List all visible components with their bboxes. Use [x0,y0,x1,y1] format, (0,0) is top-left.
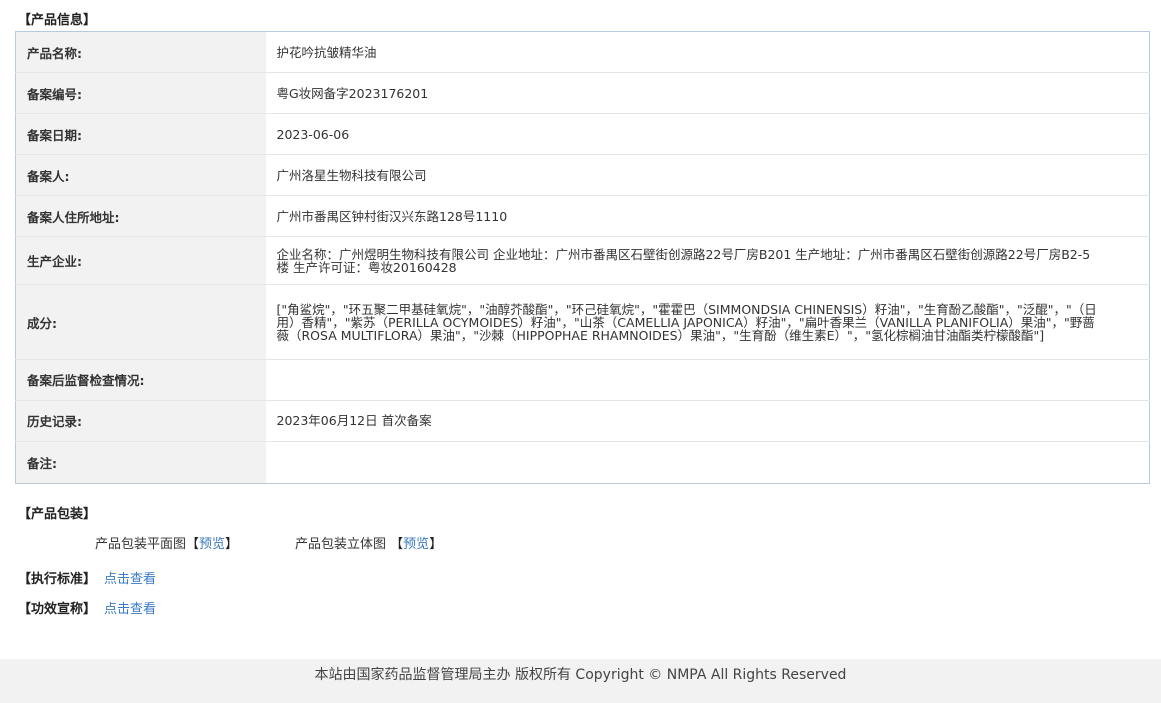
table-row: 备案日期: 2023-06-06 [15,113,1150,156]
row-label: 备案后监督检查情况: [15,359,266,401]
product-info-table: 产品名称: 护花吟抗皱精华油 备案编号: 粤G妆网备字2023176201 备案… [15,31,1150,484]
table-row: 备案人住所地址: 广州市番禺区钟村街汉兴东路128号1110 [15,195,1150,238]
table-row: 备注: [15,441,1150,484]
table-row: 备案人: 广州洛星生物科技有限公司 [15,154,1150,197]
bracket-close: 】 [225,537,239,552]
bracket-close: 】 [429,537,443,552]
footer-copyright: 本站由国家药品监督管理局主办 版权所有 Copyright © NMPA All… [314,667,847,683]
table-row: 成分: ["角鲨烷"，"环五聚二甲基硅氧烷"，"油醇芥酸酯"，"环己硅氧烷"，"… [15,284,1150,360]
efficacy-claim-link[interactable]: 点击查看 [104,602,156,617]
row-value: 粤G妆网备字2023176201 [265,72,1150,115]
row-label: 备注: [15,441,266,484]
solid-preview-link[interactable]: 预览 [403,537,429,552]
exec-standard-link[interactable]: 点击查看 [104,572,156,587]
exec-standard-row: 【执行标准】 点击查看 [18,572,156,588]
row-value [266,441,1150,483]
exec-standard-label: 【执行标准】 [18,572,97,587]
row-label: 产品名称: [15,31,266,74]
row-value: 广州洛星生物科技有限公司 [265,154,1150,197]
row-label: 历史记录: [15,400,266,442]
bracket-open: 【 [186,537,200,552]
efficacy-claim-row: 【功效宣称】 点击查看 [18,602,156,618]
row-value: 广州市番禺区钟村街汉兴东路128号1110 [265,195,1150,238]
row-label: 备案人住所地址: [15,195,266,238]
flat-preview-link[interactable]: 预览 [199,537,225,552]
efficacy-claim-label: 【功效宣称】 [18,602,97,617]
row-value: 护花吟抗皱精华油 [265,31,1150,74]
row-label: 生产企业: [15,236,266,286]
row-value: 企业名称：广州煜明生物科技有限公司 企业地址：广州市番禺区石壁街创源路22号厂房… [265,236,1150,286]
bracket-open: 【 [390,537,404,552]
row-label: 成分: [15,284,266,360]
page: 【产品信息】 产品名称: 护花吟抗皱精华油 备案编号: 粤G妆网备字202317… [0,0,1161,703]
row-value [265,359,1150,401]
table-row: 产品名称: 护花吟抗皱精华油 [15,31,1150,74]
packaging-solid-item: 产品包装立体图 【预览】 [295,537,442,553]
table-row: 备案编号: 粤G妆网备字2023176201 [15,72,1150,115]
table-row: 历史记录: 2023年06月12日 首次备案 [15,400,1150,442]
row-label: 备案人: [15,154,266,197]
packaging-solid-label: 产品包装立体图 [295,537,387,552]
packaging-flat-label: 产品包装平面图 [95,537,187,552]
row-label: 备案编号: [15,72,266,115]
section-title-product-info: 【产品信息】 [18,13,97,28]
row-value: 2023年06月12日 首次备案 [265,400,1150,442]
row-value: ["角鲨烷"，"环五聚二甲基硅氧烷"，"油醇芥酸酯"，"环己硅氧烷"，"霍霍巴（… [265,284,1150,360]
row-value: 2023-06-06 [265,113,1150,156]
section-title-packaging: 【产品包装】 [18,507,97,522]
footer: 本站由国家药品监督管理局主办 版权所有 Copyright © NMPA All… [0,659,1161,703]
row-label: 备案日期: [15,113,266,156]
packaging-flat-item: 产品包装平面图【预览】 [95,537,238,553]
table-row: 备案后监督检查情况: [15,359,1150,401]
table-row: 生产企业: 企业名称：广州煜明生物科技有限公司 企业地址：广州市番禺区石壁街创源… [15,236,1150,286]
